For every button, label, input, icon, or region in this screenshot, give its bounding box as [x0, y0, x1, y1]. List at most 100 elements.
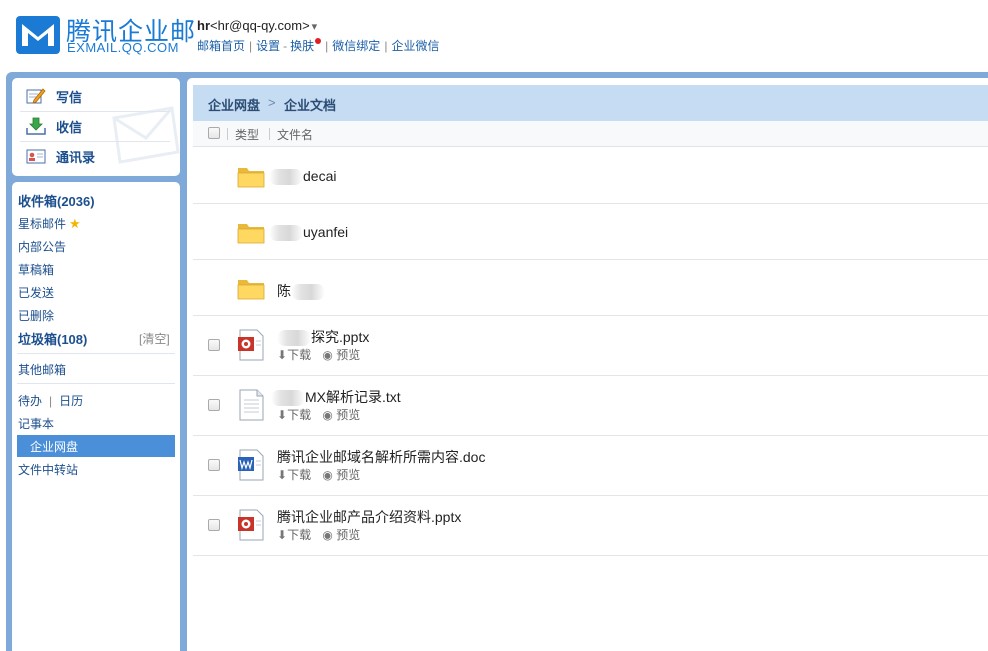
link-mailbox-home[interactable]: 邮箱首页	[197, 39, 245, 53]
column-type[interactable]: 类型	[235, 126, 259, 143]
breadcrumb-current: 企业文档	[284, 98, 337, 113]
envelope-watermark-icon	[112, 106, 180, 164]
file-row-folder[interactable]: 陈	[193, 260, 988, 316]
text-file-icon	[239, 389, 264, 421]
powerpoint-file-icon	[238, 509, 264, 541]
file-name[interactable]: 腾讯企业邮产品介绍资料.pptx	[277, 507, 461, 527]
download-label: 下载	[287, 468, 312, 482]
nav-inbox-receive[interactable]: 收信	[26, 113, 82, 139]
file-actions: ⬇下载 ◉ 预览	[277, 526, 368, 543]
row-checkbox[interactable]	[208, 339, 220, 351]
clear-spam-link[interactable]: [清空]	[139, 330, 170, 347]
file-actions: ⬇下载 ◉ 预览	[277, 466, 368, 483]
row-checkbox[interactable]	[208, 459, 220, 471]
nav-todo[interactable]: 待办	[18, 394, 42, 408]
link-wechat-binding[interactable]: 微信绑定	[332, 39, 380, 53]
file-actions: ⬇下载 ◉ 预览	[277, 406, 368, 423]
select-all-checkbox[interactable]	[208, 127, 220, 139]
download-button[interactable]: ⬇下载	[277, 528, 311, 542]
redacted-text	[269, 169, 303, 186]
folder-inbox[interactable]: 收件箱(2036)	[18, 191, 95, 210]
brand-name-en: EXMAIL.QQ.COM	[67, 40, 179, 55]
user-account[interactable]: hr<hr@qq-qy.com> ▾	[197, 18, 317, 33]
column-filename[interactable]: 文件名	[277, 126, 313, 143]
nav-compose-label: 写信	[56, 89, 83, 105]
folder-starred-label: 星标邮件	[18, 217, 67, 231]
nav-contacts[interactable]: 通讯录	[26, 143, 95, 169]
brand-logo[interactable]: 腾讯企业邮 EXMAIL.QQ.COM	[16, 14, 195, 56]
folder-icon	[237, 224, 265, 244]
file-name-text: uyanfei	[303, 224, 349, 240]
nav-notes[interactable]: 记事本	[18, 415, 54, 432]
file-name[interactable]: MX解析记录.txt	[271, 387, 401, 407]
preview-label: 预览	[336, 408, 361, 422]
redacted-text	[277, 330, 311, 347]
primary-nav: 写信 收信 通讯录	[12, 78, 180, 176]
file-row-txt[interactable]: MX解析记录.txt ⬇下载 ◉ 预览	[193, 376, 988, 436]
column-divider	[269, 128, 270, 140]
folder-starred[interactable]: 星标邮件 ★	[18, 215, 81, 232]
link-separator: |	[325, 39, 329, 53]
link-change-skin[interactable]: 换肤	[290, 39, 314, 53]
file-name[interactable]: 探究.pptx	[277, 327, 369, 347]
file-name[interactable]: decai	[269, 168, 337, 186]
download-button[interactable]: ⬇下载	[277, 468, 311, 482]
star-icon: ★	[69, 216, 81, 231]
nav-enterprise-drive-label: 企业网盘	[30, 440, 79, 454]
preview-button[interactable]: ◉ 预览	[322, 528, 360, 542]
divider	[17, 383, 175, 384]
download-label: 下载	[287, 528, 312, 542]
file-row-pptx[interactable]: 探究.pptx ⬇下载 ◉ 预览	[193, 316, 988, 376]
download-arrow-icon: ⬇	[277, 468, 288, 482]
top-header: 腾讯企业邮 EXMAIL.QQ.COM hr<hr@qq-qy.com> ▾ 邮箱…	[0, 0, 988, 72]
link-settings[interactable]: 设置	[256, 39, 280, 53]
preview-button[interactable]: ◉ 预览	[322, 408, 360, 422]
header-links: 邮箱首页 | 设置 - 换肤 | 微信绑定 | 企业微信	[197, 37, 439, 54]
link-enterprise-wechat[interactable]: 企业微信	[391, 39, 439, 53]
preview-button[interactable]: ◉ 预览	[322, 348, 360, 362]
new-indicator-dot	[315, 38, 322, 44]
row-checkbox[interactable]	[208, 519, 220, 531]
folder-sent[interactable]: 已发送	[18, 284, 54, 301]
eye-icon: ◉	[322, 408, 337, 422]
column-divider	[227, 128, 228, 140]
download-button[interactable]: ⬇下载	[277, 408, 311, 422]
nav-enterprise-drive[interactable]: 企业网盘	[17, 435, 175, 457]
redacted-text	[269, 225, 303, 242]
folder-icon	[237, 168, 265, 188]
file-name[interactable]: 腾讯企业邮域名解析所需内容.doc	[277, 447, 485, 467]
preview-button[interactable]: ◉ 预览	[322, 468, 360, 482]
breadcrumb-root[interactable]: 企业网盘	[208, 95, 260, 114]
folder-drafts[interactable]: 草稿箱	[18, 261, 54, 278]
envelope-logo-icon	[16, 16, 60, 54]
folder-deleted[interactable]: 已删除	[18, 307, 54, 324]
file-row-pptx[interactable]: 腾讯企业邮产品介绍资料.pptx ⬇下载 ◉ 预览	[193, 496, 988, 556]
nav-compose[interactable]: 写信	[26, 83, 82, 109]
folder-other-mailboxes[interactable]: 其他邮箱	[18, 361, 66, 378]
breadcrumb-chevron-icon: >	[268, 95, 276, 110]
nav-inbox-receive-label: 收信	[56, 119, 83, 135]
nav-file-transfer[interactable]: 文件中转站	[18, 461, 78, 478]
contacts-card-icon	[26, 149, 46, 164]
breadcrumb: 企业网盘 > 企业文档	[193, 85, 988, 121]
download-label: 下载	[287, 408, 312, 422]
folder-announcements[interactable]: 内部公告	[18, 238, 66, 255]
eye-icon: ◉	[322, 528, 337, 542]
folder-spam[interactable]: 垃圾箱(108)	[18, 329, 87, 348]
row-checkbox[interactable]	[208, 399, 220, 411]
nav-calendar[interactable]: 日历	[59, 394, 83, 408]
file-name-text: decai	[303, 168, 337, 184]
file-row-folder[interactable]: decai	[193, 148, 988, 204]
file-name-text: 探究.pptx	[311, 329, 370, 345]
file-row-doc[interactable]: 腾讯企业邮域名解析所需内容.doc ⬇下载 ◉ 预览	[193, 436, 988, 496]
file-row-folder[interactable]: uyanfei	[193, 204, 988, 260]
download-label: 下载	[287, 348, 312, 362]
file-name[interactable]: 陈	[277, 281, 325, 301]
file-name[interactable]: uyanfei	[269, 224, 349, 242]
divider	[20, 111, 170, 112]
link-separator: |	[384, 39, 388, 53]
account-dropdown-icon[interactable]: ▾	[312, 21, 318, 33]
preview-label: 预览	[336, 468, 361, 482]
download-button[interactable]: ⬇下载	[277, 348, 311, 362]
divider	[17, 353, 175, 354]
